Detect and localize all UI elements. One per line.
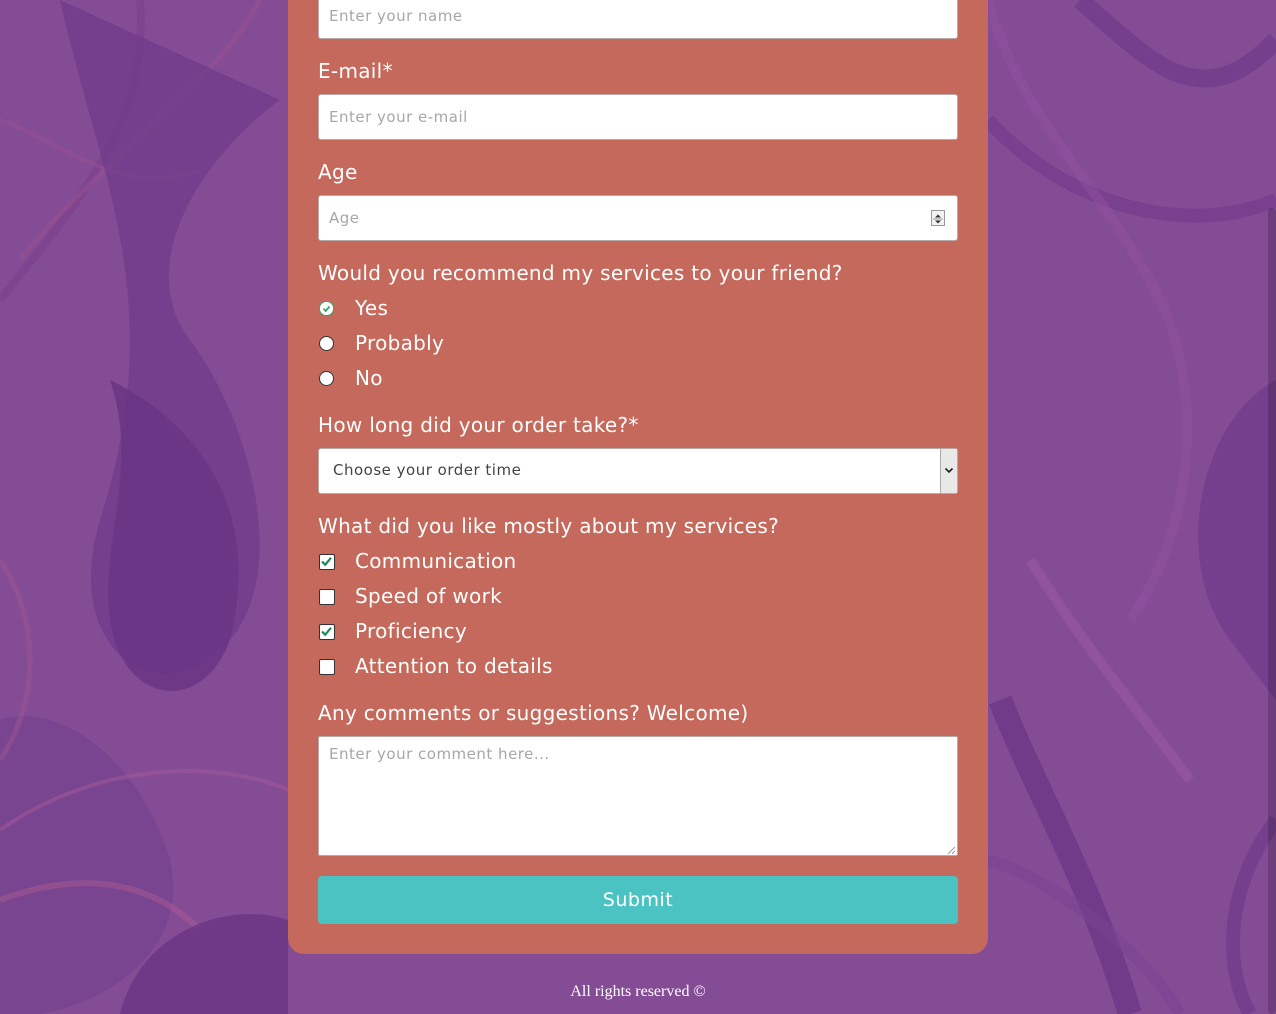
checkbox-communication-label[interactable]: Communication xyxy=(355,549,517,573)
radio-probably[interactable] xyxy=(319,336,334,351)
spinner-arrows-icon xyxy=(933,214,943,224)
age-spinner[interactable] xyxy=(931,210,945,226)
checkbox-attention-to-details-label[interactable]: Attention to details xyxy=(355,654,553,678)
age-label: Age xyxy=(318,160,358,184)
submit-button[interactable]: Submit xyxy=(318,876,958,924)
comments-label: Any comments or suggestions? Welcome) xyxy=(318,701,749,725)
checkmark-icon xyxy=(321,627,332,637)
checkbox-proficiency-label[interactable]: Proficiency xyxy=(355,619,467,643)
checkbox-proficiency[interactable] xyxy=(319,624,335,640)
order-time-selected-value: Choose your order time xyxy=(333,461,522,479)
checkbox-communication[interactable] xyxy=(319,554,335,570)
radio-no[interactable] xyxy=(319,371,334,386)
checkmark-icon xyxy=(321,557,332,567)
radio-probably-label[interactable]: Probably xyxy=(355,331,444,355)
age-input[interactable] xyxy=(318,195,958,241)
radio-no-label[interactable]: No xyxy=(355,366,383,390)
footer-copyright: All rights reserved © xyxy=(570,983,706,1000)
page-scrollbar[interactable] xyxy=(1268,208,1276,1014)
recommend-label: Would you recommend my services to your … xyxy=(318,261,843,285)
radio-yes-label[interactable]: Yes xyxy=(355,296,388,320)
email-label: E-mail* xyxy=(318,59,393,83)
resize-grip-icon[interactable] xyxy=(945,844,956,855)
chevron-down-icon xyxy=(944,467,954,474)
checkbox-attention-to-details[interactable] xyxy=(319,659,335,675)
checkbox-speed-of-work[interactable] xyxy=(319,589,335,605)
dropdown-arrow[interactable] xyxy=(940,449,957,493)
email-input[interactable] xyxy=(318,94,958,140)
name-input[interactable] xyxy=(318,0,958,39)
check-icon xyxy=(320,302,333,315)
liked-label: What did you like mostly about my servic… xyxy=(318,514,780,538)
order-time-label: How long did your order take?* xyxy=(318,413,639,437)
comments-textarea[interactable] xyxy=(318,736,958,856)
checkbox-speed-of-work-label[interactable]: Speed of work xyxy=(355,584,502,608)
order-time-select[interactable]: Choose your order time xyxy=(318,448,958,494)
radio-yes[interactable] xyxy=(319,301,334,316)
